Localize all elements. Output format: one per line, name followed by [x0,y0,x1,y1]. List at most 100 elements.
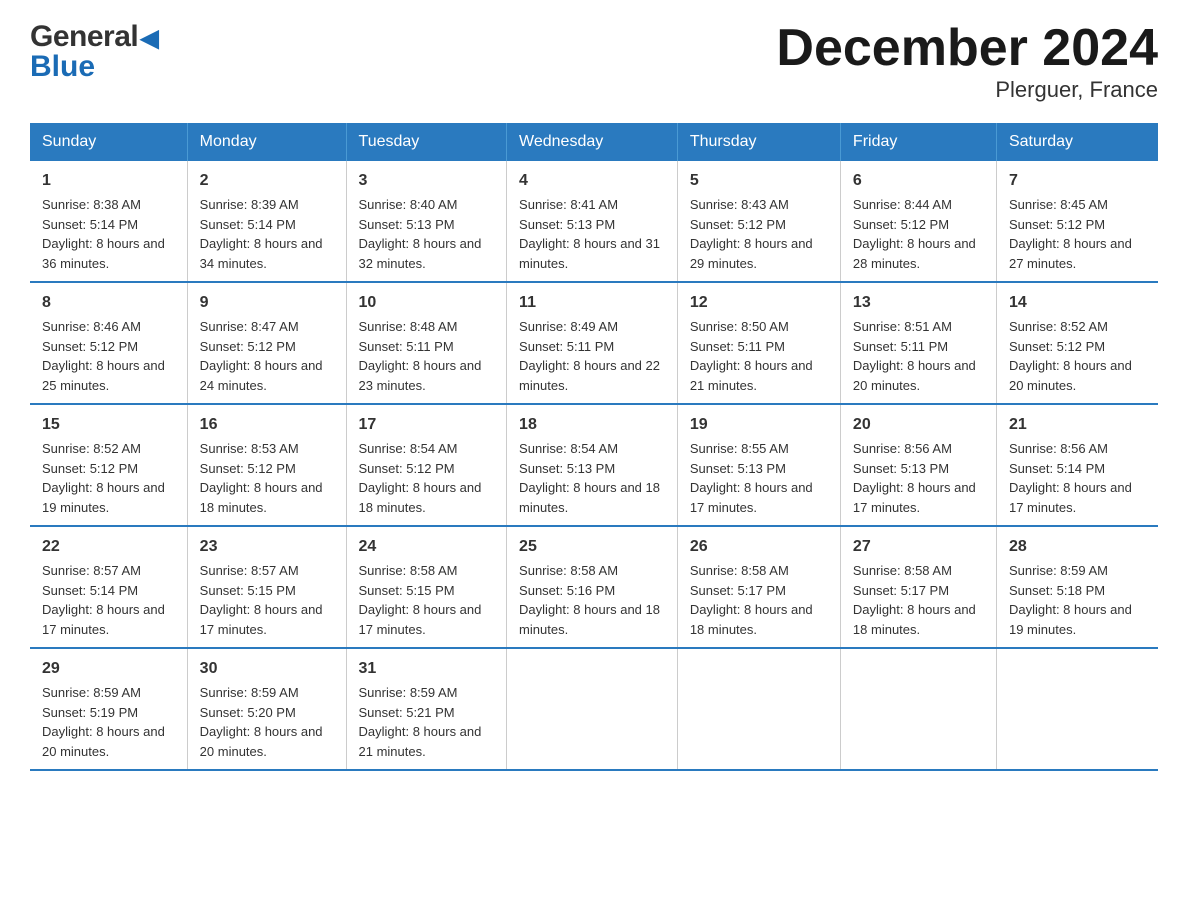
day-info: Sunrise: 8:49 AMSunset: 5:11 PMDaylight:… [519,317,665,395]
calendar-cell: 2Sunrise: 8:39 AMSunset: 5:14 PMDaylight… [187,161,346,282]
day-number: 3 [359,169,495,193]
day-info: Sunrise: 8:58 AMSunset: 5:17 PMDaylight:… [690,561,828,639]
calendar-cell: 21Sunrise: 8:56 AMSunset: 5:14 PMDayligh… [996,404,1158,526]
calendar-cell: 13Sunrise: 8:51 AMSunset: 5:11 PMDayligh… [840,282,996,404]
day-info: Sunrise: 8:44 AMSunset: 5:12 PMDaylight:… [853,195,984,273]
day-info: Sunrise: 8:40 AMSunset: 5:13 PMDaylight:… [359,195,495,273]
page-header: General◀ Blue December 2024 Plerguer, Fr… [30,20,1158,103]
day-info: Sunrise: 8:48 AMSunset: 5:11 PMDaylight:… [359,317,495,395]
day-info: Sunrise: 8:59 AMSunset: 5:20 PMDaylight:… [200,683,334,761]
day-info: Sunrise: 8:58 AMSunset: 5:17 PMDaylight:… [853,561,984,639]
calendar-cell: 29Sunrise: 8:59 AMSunset: 5:19 PMDayligh… [30,648,187,770]
title-section: December 2024 Plerguer, France [776,20,1158,103]
calendar-cell: 10Sunrise: 8:48 AMSunset: 5:11 PMDayligh… [346,282,507,404]
column-header-thursday: Thursday [677,123,840,161]
calendar-cell: 27Sunrise: 8:58 AMSunset: 5:17 PMDayligh… [840,526,996,648]
page-subtitle: Plerguer, France [776,77,1158,103]
day-info: Sunrise: 8:56 AMSunset: 5:14 PMDaylight:… [1009,439,1146,517]
calendar-cell: 20Sunrise: 8:56 AMSunset: 5:13 PMDayligh… [840,404,996,526]
calendar-cell: 7Sunrise: 8:45 AMSunset: 5:12 PMDaylight… [996,161,1158,282]
column-header-monday: Monday [187,123,346,161]
page-title: December 2024 [776,20,1158,77]
calendar-cell: 24Sunrise: 8:58 AMSunset: 5:15 PMDayligh… [346,526,507,648]
calendar-cell: 19Sunrise: 8:55 AMSunset: 5:13 PMDayligh… [677,404,840,526]
logo: General◀ Blue [30,20,158,84]
calendar-cell: 18Sunrise: 8:54 AMSunset: 5:13 PMDayligh… [507,404,678,526]
day-info: Sunrise: 8:55 AMSunset: 5:13 PMDaylight:… [690,439,828,517]
calendar-cell: 11Sunrise: 8:49 AMSunset: 5:11 PMDayligh… [507,282,678,404]
day-number: 16 [200,413,334,437]
logo-top: General◀ [30,20,158,54]
logo-bottom: Blue [30,50,158,84]
calendar-header-row: SundayMondayTuesdayWednesdayThursdayFrid… [30,123,1158,161]
calendar-cell: 31Sunrise: 8:59 AMSunset: 5:21 PMDayligh… [346,648,507,770]
calendar-table: SundayMondayTuesdayWednesdayThursdayFrid… [30,123,1158,771]
calendar-cell: 25Sunrise: 8:58 AMSunset: 5:16 PMDayligh… [507,526,678,648]
day-number: 30 [200,657,334,681]
day-number: 2 [200,169,334,193]
day-number: 15 [42,413,175,437]
column-header-saturday: Saturday [996,123,1158,161]
day-number: 23 [200,535,334,559]
day-number: 5 [690,169,828,193]
day-number: 20 [853,413,984,437]
day-info: Sunrise: 8:38 AMSunset: 5:14 PMDaylight:… [42,195,175,273]
day-number: 28 [1009,535,1146,559]
day-number: 27 [853,535,984,559]
day-info: Sunrise: 8:58 AMSunset: 5:15 PMDaylight:… [359,561,495,639]
calendar-cell: 15Sunrise: 8:52 AMSunset: 5:12 PMDayligh… [30,404,187,526]
day-info: Sunrise: 8:56 AMSunset: 5:13 PMDaylight:… [853,439,984,517]
day-info: Sunrise: 8:57 AMSunset: 5:14 PMDaylight:… [42,561,175,639]
day-number: 6 [853,169,984,193]
day-info: Sunrise: 8:59 AMSunset: 5:18 PMDaylight:… [1009,561,1146,639]
calendar-cell: 12Sunrise: 8:50 AMSunset: 5:11 PMDayligh… [677,282,840,404]
calendar-cell: 28Sunrise: 8:59 AMSunset: 5:18 PMDayligh… [996,526,1158,648]
day-info: Sunrise: 8:59 AMSunset: 5:19 PMDaylight:… [42,683,175,761]
day-info: Sunrise: 8:58 AMSunset: 5:16 PMDaylight:… [519,561,665,639]
calendar-cell: 9Sunrise: 8:47 AMSunset: 5:12 PMDaylight… [187,282,346,404]
calendar-cell: 14Sunrise: 8:52 AMSunset: 5:12 PMDayligh… [996,282,1158,404]
column-header-wednesday: Wednesday [507,123,678,161]
day-number: 8 [42,291,175,315]
calendar-cell [840,648,996,770]
day-info: Sunrise: 8:54 AMSunset: 5:12 PMDaylight:… [359,439,495,517]
day-info: Sunrise: 8:52 AMSunset: 5:12 PMDaylight:… [42,439,175,517]
calendar-cell: 3Sunrise: 8:40 AMSunset: 5:13 PMDaylight… [346,161,507,282]
day-number: 9 [200,291,334,315]
column-header-tuesday: Tuesday [346,123,507,161]
calendar-week-3: 15Sunrise: 8:52 AMSunset: 5:12 PMDayligh… [30,404,1158,526]
day-info: Sunrise: 8:39 AMSunset: 5:14 PMDaylight:… [200,195,334,273]
day-number: 13 [853,291,984,315]
day-info: Sunrise: 8:54 AMSunset: 5:13 PMDaylight:… [519,439,665,517]
day-number: 14 [1009,291,1146,315]
day-number: 1 [42,169,175,193]
day-info: Sunrise: 8:45 AMSunset: 5:12 PMDaylight:… [1009,195,1146,273]
column-header-sunday: Sunday [30,123,187,161]
day-number: 29 [42,657,175,681]
logo-arrow-icon: ◀ [140,24,158,53]
calendar-cell: 22Sunrise: 8:57 AMSunset: 5:14 PMDayligh… [30,526,187,648]
calendar-cell [507,648,678,770]
day-info: Sunrise: 8:50 AMSunset: 5:11 PMDaylight:… [690,317,828,395]
day-number: 12 [690,291,828,315]
day-number: 31 [359,657,495,681]
day-info: Sunrise: 8:43 AMSunset: 5:12 PMDaylight:… [690,195,828,273]
day-number: 25 [519,535,665,559]
day-info: Sunrise: 8:53 AMSunset: 5:12 PMDaylight:… [200,439,334,517]
calendar-cell: 26Sunrise: 8:58 AMSunset: 5:17 PMDayligh… [677,526,840,648]
day-info: Sunrise: 8:46 AMSunset: 5:12 PMDaylight:… [42,317,175,395]
day-number: 4 [519,169,665,193]
day-number: 18 [519,413,665,437]
day-number: 7 [1009,169,1146,193]
calendar-cell: 17Sunrise: 8:54 AMSunset: 5:12 PMDayligh… [346,404,507,526]
calendar-cell [677,648,840,770]
day-info: Sunrise: 8:51 AMSunset: 5:11 PMDaylight:… [853,317,984,395]
day-number: 24 [359,535,495,559]
calendar-cell: 6Sunrise: 8:44 AMSunset: 5:12 PMDaylight… [840,161,996,282]
column-header-friday: Friday [840,123,996,161]
day-info: Sunrise: 8:52 AMSunset: 5:12 PMDaylight:… [1009,317,1146,395]
calendar-cell [996,648,1158,770]
day-info: Sunrise: 8:59 AMSunset: 5:21 PMDaylight:… [359,683,495,761]
calendar-cell: 23Sunrise: 8:57 AMSunset: 5:15 PMDayligh… [187,526,346,648]
day-number: 22 [42,535,175,559]
